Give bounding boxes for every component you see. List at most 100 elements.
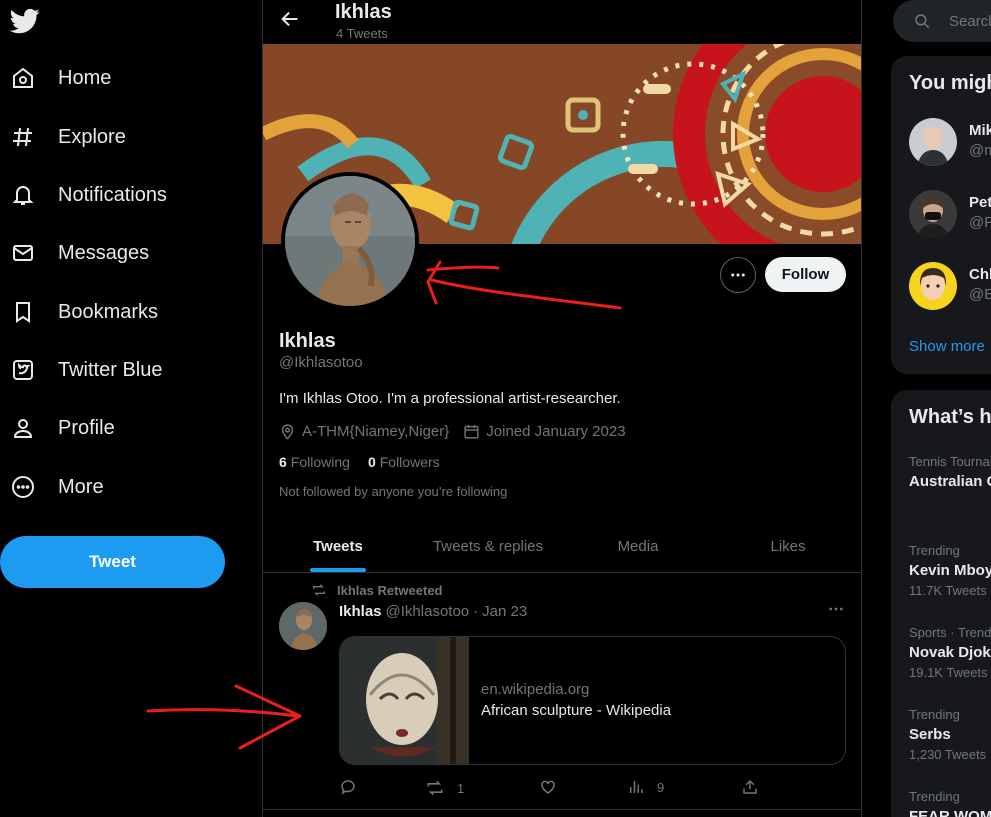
nav-label-twitter-blue: Twitter Blue <box>58 358 163 381</box>
who-to-follow-title: You might like <box>909 72 991 94</box>
calendar-icon <box>464 424 479 439</box>
profile-name: Ikhlas <box>279 330 336 352</box>
profile-avatar[interactable] <box>281 172 419 310</box>
header-tweet-count: 4 Tweets <box>336 26 388 41</box>
profile-tabs: Tweets Tweets & replies Media Likes <box>263 520 861 573</box>
suggestion-item[interactable]: Mike @m <box>909 118 991 168</box>
nav-item-notifications[interactable]: Notifications <box>10 175 167 215</box>
retweet-icon <box>313 584 325 596</box>
profile-handle: @Ikhlasotoo <box>279 354 363 371</box>
twitter-blue-icon <box>10 357 36 383</box>
following-link[interactable]: 6 Following <box>279 454 350 470</box>
trend-count: 11.7K Tweets <box>909 583 987 598</box>
nav-label-messages: Messages <box>58 241 150 264</box>
profile-column: Ikhlas 4 Tweets Follow Ikhlas @Ikhlasoto… <box>262 0 862 817</box>
nav-item-more[interactable]: More <box>10 467 104 507</box>
envelope-icon <box>10 240 36 266</box>
nav-item-twitter-blue[interactable]: Twitter Blue <box>10 350 162 390</box>
search-placeholder: Search <box>949 12 991 30</box>
link-card-domain: en.wikipedia.org <box>481 681 590 698</box>
tab-tweets-replies[interactable]: Tweets & replies <box>413 520 563 572</box>
tweet-separator: · <box>473 603 479 620</box>
trend-context: Tennis Tournament <box>909 454 991 469</box>
tweet-author-handle[interactable]: @Ikhlasotoo <box>386 603 470 620</box>
show-more-link[interactable]: Show more <box>909 338 985 355</box>
trend-count: 1,230 Tweets <box>909 747 987 762</box>
heart-icon <box>541 780 555 794</box>
profile-more-button[interactable] <box>720 257 756 293</box>
not-followed-note: Not followed by anyone you’re following <box>279 484 508 499</box>
profile-counts: 6 Following 0 Followers <box>279 454 458 470</box>
right-sidebar: Search You might like Mike @m Pete @P Ch… <box>891 0 991 817</box>
share-button[interactable] <box>741 778 759 796</box>
trend-name: Serbs <box>909 726 951 743</box>
compose-tweet-button[interactable]: Tweet <box>0 536 225 588</box>
suggestion-handle: @m <box>969 142 991 159</box>
home-icon <box>10 65 36 91</box>
tweet-author-avatar[interactable] <box>279 602 327 650</box>
follow-button[interactable]: Follow <box>765 257 846 292</box>
more-horizontal-icon <box>731 273 745 277</box>
tweet-item[interactable]: Ikhlas Retweeted Ikhlas @Ikhlasotoo · Ja… <box>263 574 861 810</box>
link-card-text: en.wikipedia.org African sculpture - Wik… <box>469 637 671 764</box>
twitter-logo-icon[interactable] <box>9 6 40 36</box>
trend-count: 19.1K Tweets <box>909 665 988 680</box>
tab-tweets[interactable]: Tweets <box>263 520 413 572</box>
profile-location: A-THM{Niamey,Niger} <box>279 423 449 440</box>
nav-item-bookmarks[interactable]: Bookmarks <box>10 292 158 332</box>
profile-header-bar: Ikhlas 4 Tweets <box>263 0 861 44</box>
profile-meta: A-THM{Niamey,Niger} Joined January 2023 <box>279 422 640 440</box>
tab-media[interactable]: Media <box>563 520 713 572</box>
suggestion-item[interactable]: Pete @P <box>909 190 991 240</box>
back-arrow-icon[interactable] <box>279 8 301 30</box>
nav-label-home: Home <box>58 66 112 89</box>
avatar[interactable] <box>909 262 957 310</box>
retweet-button[interactable]: 1 <box>425 778 464 798</box>
tweet-header: Ikhlas @Ikhlasotoo · Jan 23 <box>339 603 527 620</box>
link-card-title: African sculpture - Wikipedia <box>481 702 672 719</box>
avatar[interactable] <box>909 118 957 166</box>
profile-joined: Joined January 2023 <box>463 423 626 440</box>
share-icon <box>743 779 757 794</box>
nav-item-profile[interactable]: Profile <box>10 408 115 448</box>
tweet-more-icon[interactable] <box>827 600 845 623</box>
tab-likes[interactable]: Likes <box>713 520 861 572</box>
nav-item-explore[interactable]: Explore <box>10 117 126 157</box>
link-preview-card[interactable]: en.wikipedia.org African sculpture - Wik… <box>339 636 846 765</box>
retweet-context: Ikhlas Retweeted <box>311 582 443 598</box>
suggestion-name: Pete <box>969 194 991 211</box>
nav-item-messages[interactable]: Messages <box>10 233 149 273</box>
trend-item[interactable]: Trending FEAR WOMEN <box>909 789 991 817</box>
retweet-count: 1 <box>457 780 465 796</box>
tweet-actions: 1 9 <box>339 778 759 798</box>
tweet-author-name[interactable]: Ikhlas <box>339 603 382 620</box>
profile-bio: I'm Ikhlas Otoo. I'm a professional arti… <box>279 390 621 407</box>
bell-icon <box>10 182 36 208</box>
retweet-icon <box>427 780 443 796</box>
tweet-date[interactable]: Jan 23 <box>482 603 527 620</box>
nav-label-bookmarks: Bookmarks <box>58 300 159 323</box>
trend-item[interactable]: Trending Kevin Mboyo 11.7K Tweets <box>909 543 991 598</box>
suggestion-name: Chl <box>969 266 991 283</box>
reply-icon <box>341 780 355 795</box>
reply-button[interactable] <box>339 778 357 796</box>
trend-name: Novak Djokovic <box>909 644 991 661</box>
nav-item-home[interactable]: Home <box>10 58 111 98</box>
link-card-thumbnail <box>340 637 469 764</box>
suggestion-item[interactable]: Chl @E <box>909 262 991 312</box>
suggestion-name: Mike <box>969 122 991 139</box>
bookmark-icon <box>10 299 36 325</box>
views-button[interactable]: 9 <box>627 778 664 796</box>
suggestion-handle: @E <box>969 286 991 303</box>
followers-link[interactable]: 0 Followers <box>368 454 440 470</box>
views-count: 9 <box>657 779 665 795</box>
like-button[interactable] <box>539 778 557 796</box>
trend-item[interactable]: Trending Serbs 1,230 Tweets <box>909 707 991 762</box>
trend-name: Kevin Mboyo <box>909 562 991 579</box>
avatar[interactable] <box>909 190 957 238</box>
views-chart-icon <box>630 781 643 793</box>
search-icon <box>915 14 930 29</box>
trend-item[interactable]: Tennis Tournament Australian Open <box>909 454 991 490</box>
trend-item[interactable]: Sports · Trending Novak Djokovic 19.1K T… <box>909 625 991 680</box>
search-box[interactable]: Search <box>893 0 991 42</box>
